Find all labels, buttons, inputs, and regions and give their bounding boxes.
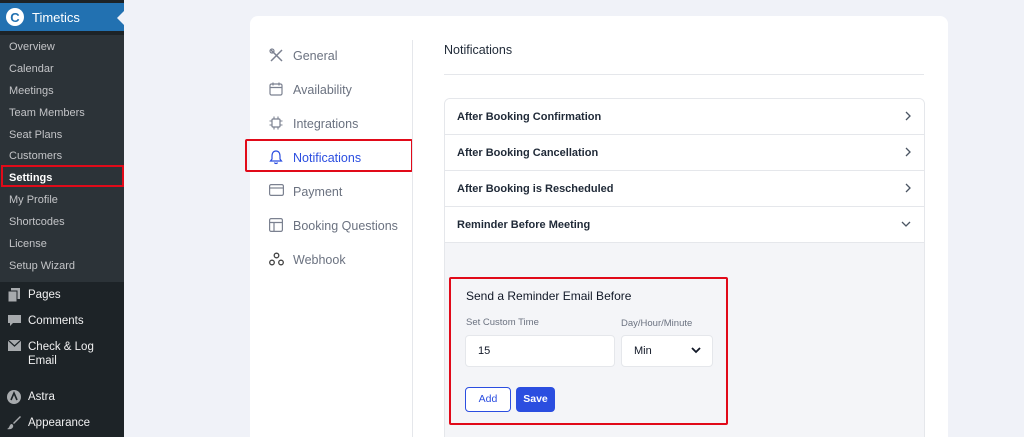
- accordion-label: After Booking Confirmation: [457, 110, 602, 123]
- menu-label-pages: Pages: [28, 289, 61, 301]
- tab-label-integrations: Integrations: [293, 117, 359, 131]
- comments-icon: [7, 314, 21, 328]
- layout-icon: [268, 218, 284, 234]
- tab-general[interactable]: General: [268, 41, 418, 71]
- reminder-form-title: Send a Reminder Email Before: [466, 289, 632, 303]
- accordion-after-booking-rescheduled[interactable]: After Booking is Rescheduled: [445, 171, 924, 207]
- unit-select-value: Min: [634, 345, 652, 357]
- accordion-after-booking-confirmation[interactable]: After Booking Confirmation: [445, 99, 924, 135]
- submenu-item-overview[interactable]: Overview: [0, 37, 124, 59]
- custom-time-input[interactable]: 15: [465, 335, 615, 367]
- menu-label-astra: Astra: [28, 391, 55, 403]
- menu-item-astra[interactable]: Astra: [0, 390, 124, 404]
- reminder-panel: Send a Reminder Email Before Set Custom …: [445, 243, 924, 437]
- submenu-item-my-profile[interactable]: My Profile: [0, 190, 124, 212]
- chevron-right-icon: [904, 146, 912, 161]
- menu-label-check-log-line2: Email: [28, 355, 57, 367]
- unit-select[interactable]: Min: [621, 335, 713, 367]
- chip-icon: [268, 116, 284, 132]
- tab-availability[interactable]: Availability: [268, 75, 418, 105]
- wp-admin-sidebar: C Timetics Overview Calendar Meetings Te…: [0, 0, 124, 437]
- tab-label-webhook: Webhook: [293, 253, 346, 267]
- settings-highlight-box: [1, 165, 124, 187]
- submenu-item-calendar[interactable]: Calendar: [0, 59, 124, 81]
- chevron-down-icon: [900, 218, 912, 232]
- accordion-label: After Booking is Rescheduled: [457, 182, 614, 195]
- notifications-highlight-box: [245, 139, 413, 172]
- submenu-item-setup-wizard[interactable]: Setup Wizard: [0, 256, 124, 278]
- credit-card-icon: [268, 184, 284, 200]
- notifications-accordion: After Booking Confirmation After Booking…: [444, 98, 925, 437]
- accordion-label: Reminder Before Meeting: [457, 218, 591, 231]
- page-title: Notifications: [444, 43, 513, 57]
- chevron-right-icon: [904, 182, 912, 197]
- email-icon: [7, 339, 21, 354]
- tab-label-availability: Availability: [293, 83, 352, 97]
- timetics-submenu: Overview Calendar Meetings Team Members …: [0, 35, 124, 282]
- calendar-icon: [268, 82, 284, 98]
- custom-time-label: Set Custom Time: [466, 317, 539, 328]
- submenu-item-team-members[interactable]: Team Members: [0, 103, 124, 125]
- menu-label-comments: Comments: [28, 315, 84, 327]
- add-button[interactable]: Add: [465, 387, 511, 412]
- submenu-item-shortcodes[interactable]: Shortcodes: [0, 212, 124, 234]
- accordion-reminder-before-meeting[interactable]: Reminder Before Meeting: [445, 207, 924, 243]
- accordion-label: After Booking Cancellation: [457, 146, 599, 159]
- timetics-logo-icon: C: [6, 8, 24, 26]
- menu-item-check-log-email[interactable]: Check & Log Email: [0, 339, 124, 368]
- tab-label-general: General: [293, 49, 338, 63]
- timetics-menu-header[interactable]: C Timetics: [0, 3, 124, 31]
- tab-webhook[interactable]: Webhook: [268, 245, 418, 275]
- menu-item-pages[interactable]: Pages: [0, 288, 124, 303]
- submenu-item-meetings[interactable]: Meetings: [0, 81, 124, 103]
- tab-label-payment: Payment: [293, 185, 343, 199]
- tab-label-booking-questions: Booking Questions: [293, 219, 398, 233]
- pages-icon: [7, 288, 21, 303]
- webhook-icon: [268, 252, 284, 268]
- paintbrush-icon: [7, 416, 21, 430]
- chevron-down-icon: [690, 336, 702, 377]
- menu-label-check-log-email: Check & Log Email: [28, 340, 94, 368]
- submenu-item-seat-plans[interactable]: Seat Plans: [0, 125, 124, 147]
- tab-booking-questions[interactable]: Booking Questions: [268, 211, 418, 241]
- menu-item-comments[interactable]: Comments: [0, 314, 124, 328]
- plugin-title: Timetics: [32, 9, 80, 25]
- tab-payment[interactable]: Payment: [268, 177, 418, 207]
- tab-integrations[interactable]: Integrations: [268, 109, 418, 139]
- menu-label-check-log-line1: Check & Log: [28, 341, 94, 353]
- accordion-after-booking-cancellation[interactable]: After Booking Cancellation: [445, 135, 924, 171]
- reminder-form-highlight: Send a Reminder Email Before Set Custom …: [449, 277, 728, 425]
- astra-icon: [7, 390, 21, 404]
- menu-item-appearance[interactable]: Appearance: [0, 416, 124, 430]
- save-button[interactable]: Save: [516, 387, 555, 412]
- chevron-right-icon: [904, 110, 912, 125]
- unit-label: Day/Hour/Minute: [621, 318, 693, 329]
- title-divider: [444, 74, 924, 75]
- vertical-divider: [412, 40, 413, 437]
- tools-icon: [268, 48, 284, 64]
- settings-card: General Availability Integrations Notifi…: [245, 16, 948, 437]
- submenu-item-license[interactable]: License: [0, 234, 124, 256]
- menu-label-appearance: Appearance: [28, 417, 91, 429]
